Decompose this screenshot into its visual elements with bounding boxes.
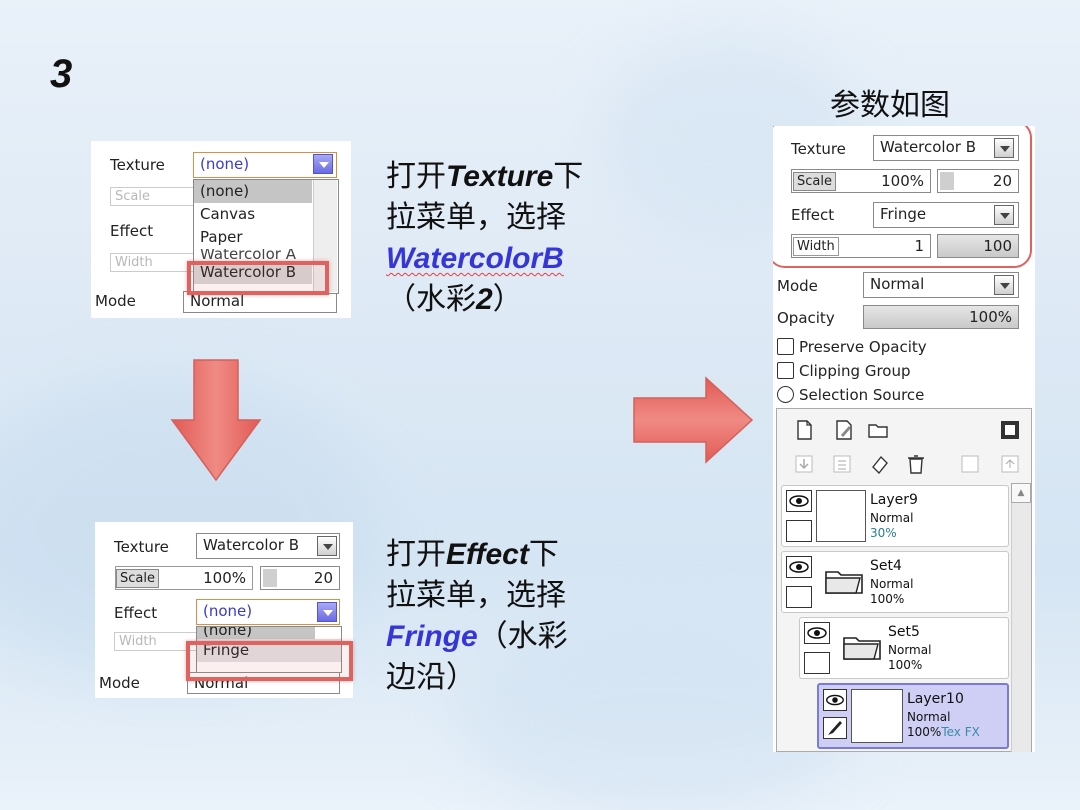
layer-toolbar: ▲ Layer9 Normal 30% Set4 Normal 100% Set… [776, 408, 1032, 752]
instr1-close: ） [492, 282, 523, 317]
layer-name: Set5 [888, 624, 920, 640]
instr2-effect: Effect [446, 538, 529, 571]
layer-mode: Normal [907, 710, 951, 724]
eye-icon[interactable] [786, 556, 812, 578]
eye-icon[interactable] [804, 622, 830, 644]
merge-down-icon[interactable] [831, 453, 853, 475]
scale-field[interactable]: 100% [115, 566, 253, 590]
layer-lock-box[interactable] [786, 520, 812, 542]
effect-label: Effect [110, 222, 154, 240]
layer-lock-box[interactable] [804, 652, 830, 674]
highlight-watercolor-b [187, 261, 329, 295]
layer-mode: Normal [888, 643, 932, 657]
instr2-line4: 边沿） [386, 660, 476, 695]
clipping-group-checkbox[interactable] [777, 362, 794, 379]
opacity-label: Opacity [777, 309, 835, 327]
new-layer-icon[interactable] [793, 419, 815, 441]
layer-fx-tag: Tex FX [941, 725, 980, 739]
layer-opacity: 100%Tex FX [907, 725, 980, 740]
trash-icon[interactable] [905, 453, 927, 475]
eye-icon[interactable] [823, 689, 847, 711]
parameters-caption: 参数如图 [830, 88, 950, 123]
instruction-texture: 打开Texture下 拉菜单，选择 WatercolorB （水彩2） [386, 156, 616, 320]
layer-row[interactable]: Layer9 Normal 30% [781, 485, 1009, 547]
layer-name: Set4 [870, 558, 902, 574]
layer-row[interactable]: Set5 Normal 100% [799, 617, 1009, 679]
texture-dropdown-screenshot: Texture (none) Scale Effect Width Mode N… [91, 141, 351, 318]
option-none[interactable]: (none) [194, 180, 312, 203]
texture-label: Texture [110, 156, 165, 174]
clipping-group-label: Clipping Group [799, 362, 911, 380]
folder-icon [825, 571, 863, 594]
right-arrow-icon [633, 376, 754, 464]
layer-opacity: 100% [870, 592, 905, 606]
layer-thumbnail [816, 490, 866, 542]
instr1-line2: 拉菜单，选择 [386, 200, 566, 235]
merge-visible-icon[interactable] [959, 453, 981, 475]
layer-opacity: 30% [870, 526, 897, 540]
parameters-highlight [773, 126, 1032, 268]
instr2-open: 打开 [386, 537, 446, 572]
texture-label: Texture [114, 538, 169, 556]
instr1-watercolorb: WatercolorB [386, 242, 564, 275]
option-none[interactable]: (none) [197, 627, 315, 639]
instr1-open: 打开 [386, 159, 446, 194]
layer-mode: Normal [870, 511, 914, 525]
effect-label: Effect [114, 604, 158, 622]
eye-icon[interactable] [786, 490, 812, 512]
instr2-down: 下 [528, 537, 559, 572]
instr2-line3: （水彩 [477, 619, 568, 654]
layer-list-scrollbar[interactable] [1011, 483, 1031, 752]
scale-slider-fill [263, 569, 277, 587]
new-folder-icon[interactable] [867, 419, 889, 441]
width-label: Width [110, 253, 198, 272]
instr1-line4: （水彩 [386, 282, 476, 317]
layer-name: Layer10 [907, 691, 964, 707]
clear-layer-icon[interactable] [869, 453, 891, 475]
preserve-opacity-label: Preserve Opacity [799, 338, 927, 356]
instr2-fringe: Fringe [386, 620, 478, 653]
preserve-opacity-checkbox[interactable] [777, 338, 794, 355]
down-arrow-icon [170, 359, 262, 482]
instruction-effect: 打开Effect下 拉菜单，选择 Fringe（水彩 边沿） [386, 534, 616, 698]
effect-dropdown-screenshot: Texture Watercolor B Scale 100% 20 Effec… [95, 522, 353, 698]
mode-dropdown-button[interactable] [994, 275, 1014, 295]
texture-dropdown-button[interactable] [317, 536, 337, 556]
layer-name: Layer9 [870, 492, 918, 508]
instr1-two: 2 [476, 283, 493, 316]
mode-label: Mode [777, 277, 818, 295]
layer-opacity: 100% [888, 658, 923, 672]
brush-icon[interactable] [823, 717, 847, 739]
layer-scroll-icon[interactable] [999, 453, 1021, 475]
scroll-up-button[interactable]: ▲ [1011, 483, 1031, 503]
layer-mode: Normal [870, 577, 914, 591]
mask-icon[interactable] [999, 419, 1021, 441]
layer-lock-box[interactable] [786, 586, 812, 608]
instr2-line2: 拉菜单，选择 [386, 578, 566, 613]
layer-row-selected[interactable]: Layer10 Normal 100%Tex FX [817, 683, 1009, 749]
scale-label: Scale [110, 187, 198, 206]
instr1-down: 下 [553, 159, 584, 194]
layer-opacity-value: 100% [907, 725, 942, 739]
opacity-slider[interactable]: 100% [863, 305, 1019, 329]
texture-dropdown-button[interactable] [313, 154, 333, 174]
mode-label: Mode [99, 674, 140, 692]
step-number: 3 [50, 52, 73, 96]
selection-source-label: Selection Source [799, 386, 925, 404]
transfer-down-icon[interactable] [793, 453, 815, 475]
effect-dropdown-button[interactable] [317, 602, 337, 622]
instr1-texture: Texture [446, 160, 554, 193]
new-linework-icon[interactable] [833, 419, 855, 441]
layer-row[interactable]: Set4 Normal 100% [781, 551, 1009, 613]
layer-thumbnail [851, 689, 903, 743]
mode-label: Mode [95, 292, 136, 310]
folder-icon [843, 637, 881, 660]
highlight-fringe [186, 641, 353, 681]
layer-properties-panel: Texture Watercolor B Scale 100% 20 Effec… [773, 126, 1035, 752]
selection-source-radio[interactable] [777, 386, 794, 403]
